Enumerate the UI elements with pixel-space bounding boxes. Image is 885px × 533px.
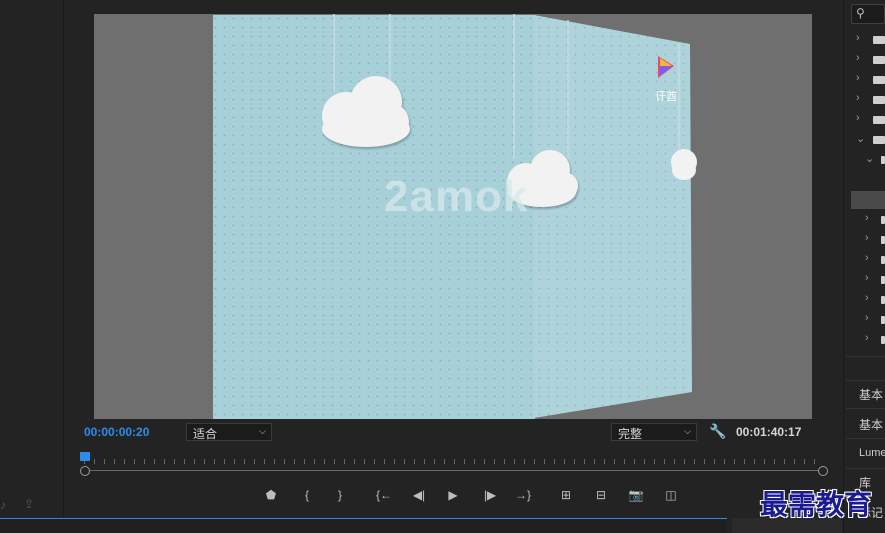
overlay-watermark: 最需教育 [760,488,873,521]
left-panel: ♪ ⇪ [0,0,64,533]
folder-icon [873,136,885,144]
tree-row[interactable]: › [851,310,885,330]
chevron-right-icon[interactable]: › [865,332,869,344]
wrench-icon[interactable]: 🔧 [709,423,726,440]
zoom-handle-right[interactable] [818,466,828,476]
total-duration: 00:01:40:17 [736,425,802,439]
logo-text: 讦酋 [655,91,677,103]
divider [846,468,885,469]
folder-icon [881,236,885,244]
go-to-in-button[interactable]: {← [375,487,393,503]
tree-row[interactable]: ⌄ [851,130,885,150]
folder-icon [881,336,885,344]
go-to-out-button[interactable]: →} [514,487,532,503]
tree-row[interactable]: › [851,210,885,230]
cloud-shape [671,149,697,180]
zoom-scrollbar[interactable] [84,470,822,471]
zoom-level-value: 适合 [193,427,218,441]
step-back-button[interactable]: ◀| [410,487,428,503]
divider [846,380,885,381]
chevron-right-icon[interactable]: › [856,52,860,64]
chevron-down-icon[interactable]: ⌄ [865,152,874,165]
music-note-icon: ♪ [0,498,6,512]
time-ruler[interactable] [80,450,828,478]
mark-in-button[interactable]: { [298,487,316,503]
tree-row[interactable]: › [851,110,885,130]
tree-row[interactable]: › [851,50,885,70]
playhead[interactable] [80,452,90,461]
chevron-right-icon[interactable]: › [865,272,869,284]
tree-row[interactable]: › [851,30,885,50]
chevron-right-icon[interactable]: › [865,292,869,304]
panel-label-lumetri[interactable]: Lume [859,447,885,459]
search-icon: ⚲ [856,6,865,20]
folder-icon [881,216,885,224]
folder-icon [881,316,885,324]
extract-button[interactable]: ⊟ [592,487,610,503]
timeline-panel-header [0,518,727,533]
tree-row[interactable]: › [851,250,885,270]
tree-row[interactable]: › [851,330,885,350]
zoom-level-select[interactable]: 适合 ⌵ [186,423,272,441]
chevron-right-icon[interactable]: › [865,252,869,264]
mark-out-button[interactable]: } [331,487,349,503]
search-input[interactable]: ⚲ [851,4,885,24]
folder-icon [881,276,885,284]
panel-label-basic-1[interactable]: 基本 [859,386,885,403]
playback-resolution-select[interactable]: 完整 ⌵ [611,423,697,441]
divider [846,438,885,439]
chevron-down-icon: ⌵ [259,426,266,436]
compare-view-button[interactable]: ◫ [662,487,680,503]
folder-icon [881,156,885,164]
current-timecode[interactable]: 00:00:00:20 [84,425,149,439]
lift-button[interactable]: ⊞ [557,487,575,503]
zoom-handle-left[interactable] [80,466,90,476]
tree-row[interactable]: › [851,270,885,290]
chevron-right-icon[interactable]: › [856,32,860,44]
video-viewer: 讦酋 2amok [94,14,812,419]
folder-icon [873,56,885,64]
add-marker-button[interactable]: ⬟ [262,487,280,503]
chevron-right-icon[interactable]: › [865,212,869,224]
chevron-right-icon[interactable]: › [856,72,860,84]
folder-icon [873,116,885,124]
chevron-down-icon: ⌵ [684,426,691,436]
folder-icon [873,96,885,104]
export-icon[interactable]: ⇪ [24,497,34,511]
divider [846,356,885,357]
frame-watermark: 2amok [384,172,529,221]
tree-row[interactable]: › [851,290,885,310]
folder-icon [881,256,885,264]
export-frame-button[interactable]: 📷 [627,487,645,503]
tree-row[interactable]: › [851,70,885,90]
play-button[interactable]: ▶ [444,487,462,503]
tree-row[interactable]: › [851,90,885,110]
folder-icon [873,36,885,44]
divider [846,408,885,409]
ruler-ticks [84,456,820,464]
step-forward-button[interactable]: |▶ [481,487,499,503]
playback-resolution-value: 完整 [618,427,643,441]
premiere-workspace: ♪ ⇪ 讦酋 2amok 00:00:00:20 适合 ⌵ 完整 ⌵ 🔧 00:… [0,0,885,533]
chevron-down-icon[interactable]: ⌄ [856,132,865,145]
tree-row-selected[interactable] [851,191,885,209]
chevron-right-icon[interactable]: › [856,112,860,124]
folder-icon [873,76,885,84]
folder-icon [881,296,885,304]
chevron-right-icon[interactable]: › [865,312,869,324]
tree-row[interactable]: ⌄ [851,150,885,170]
panel-label-basic-2[interactable]: 基本 [859,416,885,433]
chevron-right-icon[interactable]: › [865,232,869,244]
chevron-right-icon[interactable]: › [856,92,860,104]
tree-row[interactable]: › [851,230,885,250]
